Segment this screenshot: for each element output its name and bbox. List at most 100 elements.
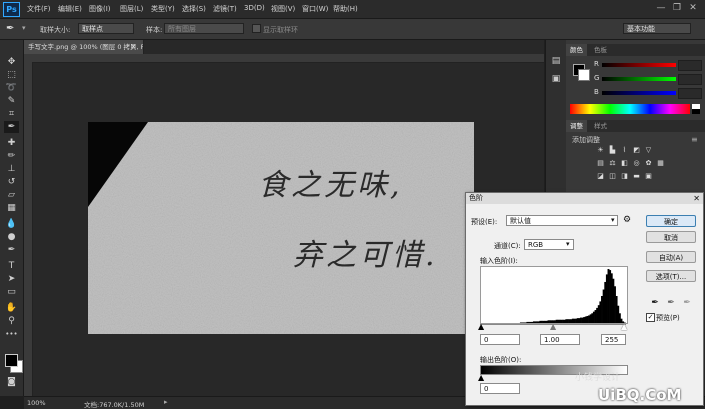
color-panel-background[interactable] — [578, 69, 590, 81]
tool-preset-chevron-icon[interactable]: ▾ — [22, 24, 26, 32]
channel-mixer-icon[interactable]: ✿ — [644, 159, 653, 168]
brightness-contrast-icon[interactable]: ☀ — [596, 146, 605, 155]
color-balance-icon[interactable]: ⚖ — [608, 159, 617, 168]
selective-color-icon[interactable]: ▣ — [644, 172, 653, 181]
preset-options-gear-icon[interactable]: ⚙ — [623, 215, 631, 225]
crop-tool-icon[interactable]: ⌗ — [4, 108, 19, 120]
type-tool-icon[interactable]: T — [4, 260, 19, 272]
menu-type[interactable]: 类型(Y) — [151, 4, 175, 14]
menu-layer[interactable]: 图层(L) — [120, 4, 143, 14]
shape-tool-icon[interactable]: ▭ — [4, 286, 19, 298]
menu-3d[interactable]: 3D(D) — [244, 4, 265, 12]
preset-chevron-icon[interactable]: ▾ — [611, 216, 615, 224]
sample-size-select[interactable]: 取样点 — [78, 23, 134, 34]
menu-image[interactable]: 图像(I) — [89, 4, 111, 14]
marquee-tool-icon[interactable]: ⬚ — [4, 69, 19, 81]
path-select-tool-icon[interactable]: ➤ — [4, 273, 19, 285]
zoom-level[interactable]: 100% — [27, 399, 46, 407]
input-black-field[interactable]: 0 — [480, 334, 520, 345]
input-gamma-field[interactable]: 1.00 — [540, 334, 580, 345]
document-tab[interactable]: 手写文字.png @ 100% (图层 0 拷贝, RGB/8#) * — [24, 40, 144, 54]
photo-filter-icon[interactable]: ◎ — [632, 159, 641, 168]
color-spectrum-ramp[interactable] — [570, 104, 690, 114]
ok-button[interactable]: 确定 — [646, 215, 696, 227]
black-white-icon[interactable]: ◧ — [620, 159, 629, 168]
channel-chevron-icon[interactable]: ▾ — [566, 240, 570, 248]
threshold-icon[interactable]: ◨ — [620, 172, 629, 181]
input-black-point-handle[interactable]: ▲ — [478, 322, 484, 331]
hand-tool-icon[interactable]: ✋ — [4, 302, 19, 314]
red-value-field[interactable] — [678, 60, 702, 71]
auto-button[interactable]: 自动(A) — [646, 251, 696, 263]
hue-saturation-icon[interactable]: ▤ — [596, 159, 605, 168]
brush-tool-icon[interactable]: ✏ — [4, 150, 19, 162]
output-black-field[interactable]: 0 — [480, 383, 520, 394]
status-menu-arrow-icon[interactable]: ▸ — [164, 398, 168, 406]
levels-icon[interactable]: ▙ — [608, 146, 617, 155]
gray-eyedropper-icon[interactable]: ✒ — [666, 297, 676, 309]
green-slider[interactable] — [602, 77, 676, 81]
tab-adjustments[interactable]: 调整 — [566, 120, 587, 132]
lasso-tool-icon[interactable]: ➰ — [4, 82, 19, 94]
sample-select[interactable]: 所有图层 — [164, 23, 244, 34]
more-tools-icon[interactable]: ••• — [4, 328, 19, 340]
eraser-tool-icon[interactable]: ▱ — [4, 189, 19, 201]
tab-color[interactable]: 颜色 — [566, 44, 587, 56]
dodge-tool-icon[interactable]: ● — [4, 231, 19, 243]
move-tool-icon[interactable]: ✥ — [4, 56, 19, 68]
image-canvas[interactable]: 食之无味, 弃之可惜. — [88, 122, 474, 334]
tab-styles[interactable]: 样式 — [590, 120, 611, 132]
history-brush-tool-icon[interactable]: ↺ — [4, 176, 19, 188]
restore-button[interactable]: ❐ — [670, 2, 684, 14]
gradient-map-icon[interactable]: ▬ — [632, 172, 641, 181]
panel-menu-icon[interactable]: ≡ — [691, 135, 698, 144]
minimize-button[interactable]: — — [654, 2, 668, 14]
input-white-point-handle[interactable]: ▲ — [621, 322, 627, 331]
curves-icon[interactable]: ⌇ — [620, 146, 629, 155]
posterize-icon[interactable]: ◫ — [608, 172, 617, 181]
menu-select[interactable]: 选择(S) — [182, 4, 206, 14]
red-slider[interactable] — [602, 63, 676, 67]
green-value-field[interactable] — [678, 74, 702, 85]
healing-brush-tool-icon[interactable]: ✚ — [4, 137, 19, 149]
input-gamma-handle[interactable]: ▲ — [550, 322, 556, 331]
menu-edit[interactable]: 编辑(E) — [58, 4, 82, 14]
dialog-close-icon[interactable]: ✕ — [693, 193, 700, 204]
black-swatch[interactable] — [692, 109, 700, 114]
pen-tool-icon[interactable]: ✒ — [4, 244, 19, 256]
blue-slider[interactable] — [602, 91, 676, 95]
blue-value-field[interactable] — [678, 88, 702, 99]
exposure-icon[interactable]: ◩ — [632, 146, 641, 155]
black-eyedropper-icon[interactable]: ✒ — [650, 297, 660, 309]
preview-checkbox[interactable]: ✓ — [646, 313, 655, 322]
show-ring-checkbox[interactable] — [252, 24, 261, 33]
document-tab-close-icon[interactable]: × — [130, 40, 142, 54]
preset-select[interactable]: 默认值 — [506, 215, 618, 226]
workspace-select[interactable]: 基本功能 — [623, 23, 691, 34]
clone-stamp-tool-icon[interactable]: ⊥ — [4, 163, 19, 175]
invert-icon[interactable]: ◪ — [596, 172, 605, 181]
quick-mask-icon[interactable]: ◙ — [4, 376, 19, 388]
input-white-field[interactable]: 255 — [601, 334, 626, 345]
output-black-handle[interactable]: ▲ — [478, 373, 484, 382]
blur-tool-icon[interactable]: 💧 — [4, 218, 19, 230]
tab-swatches[interactable]: 色板 — [590, 44, 611, 56]
zoom-tool-icon[interactable]: ⚲ — [4, 315, 19, 327]
menu-window[interactable]: 窗口(W) — [302, 4, 328, 14]
gradient-tool-icon[interactable]: ▦ — [4, 202, 19, 214]
properties-panel-icon[interactable]: ▣ — [549, 72, 563, 86]
white-eyedropper-icon[interactable]: ✒ — [682, 297, 692, 309]
menu-help[interactable]: 帮助(H) — [333, 4, 358, 14]
options-button[interactable]: 选项(T)... — [646, 270, 696, 282]
vibrance-icon[interactable]: ▽ — [644, 146, 653, 155]
menu-filter[interactable]: 滤镜(T) — [213, 4, 237, 14]
quick-select-tool-icon[interactable]: ✎ — [4, 95, 19, 107]
color-lookup-icon[interactable]: ▦ — [656, 159, 665, 168]
eyedropper-tool-icon[interactable]: ✒ — [6, 23, 14, 34]
eyedropper-tool-active-icon[interactable]: ✒ — [4, 121, 19, 133]
cancel-button[interactable]: 取消 — [646, 231, 696, 243]
foreground-color-swatch[interactable] — [5, 354, 18, 367]
menu-file[interactable]: 文件(F) — [27, 4, 51, 14]
close-window-button[interactable]: ✕ — [686, 2, 700, 14]
menu-view[interactable]: 视图(V) — [271, 4, 295, 14]
